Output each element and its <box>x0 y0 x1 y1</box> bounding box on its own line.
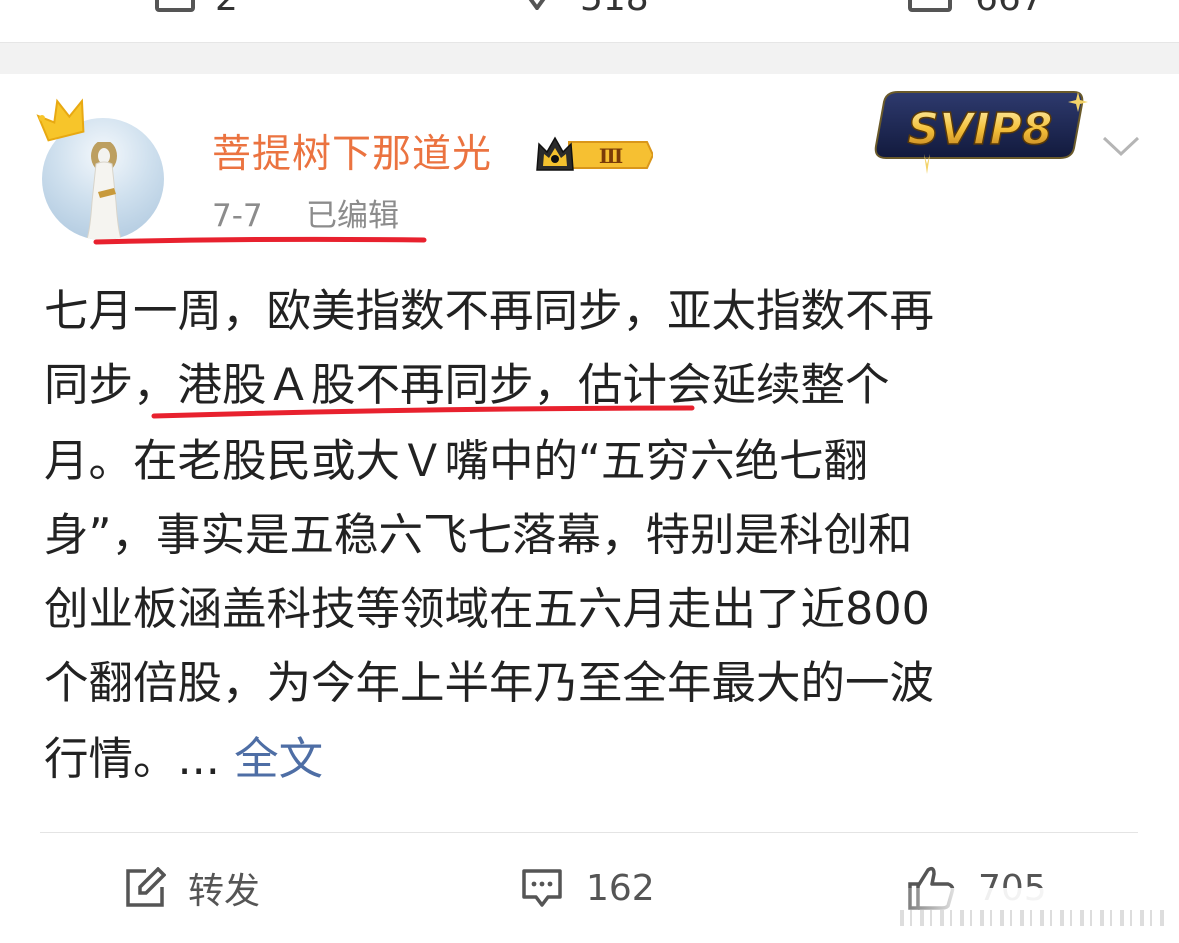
annotation-underline-text <box>151 405 695 419</box>
post-text-line: 个翻倍股，为今年上半年乃至全年最大的一波 <box>44 658 935 709</box>
previous-like-count: 667 <box>975 0 1044 19</box>
comment-icon[interactable] <box>155 0 195 12</box>
chevron-down-icon[interactable] <box>1100 130 1142 160</box>
vip-level-badge[interactable]: Ⅲ <box>535 134 653 176</box>
post-text-line: 身”，事实是五稳六飞七落幕，特别是科创和 <box>44 510 913 561</box>
statue-image <box>86 142 122 240</box>
watermark-pattern <box>900 910 1164 926</box>
repost-button[interactable]: 转发 <box>124 858 260 918</box>
annotation-underline-meta <box>93 236 427 245</box>
repost-label: 转发 <box>188 871 261 912</box>
comment-button[interactable]: 162 <box>520 858 655 918</box>
svip-text: SVIP8 <box>908 104 1053 155</box>
previous-post-action-bar: 2 518 667 <box>0 0 1179 42</box>
comment-icon <box>522 869 562 907</box>
crown-icon <box>36 98 85 142</box>
post-text-last-line: 行情。... 全文 <box>44 730 323 790</box>
avatar-wrapper[interactable] <box>36 96 176 246</box>
post-text-line: 七月一周，欧美指数不再同步，亚太指数不再 <box>44 286 935 337</box>
action-divider <box>40 832 1138 833</box>
post-text-line: 创业板涵盖科技等领域在五六月走出了近800 <box>44 584 930 635</box>
thumbs-up-icon[interactable] <box>908 0 952 12</box>
feed-separator <box>0 42 1179 75</box>
previous-repost-count: 518 <box>580 0 649 19</box>
username[interactable]: 菩提树下那道光 <box>212 130 492 180</box>
post-text-line: 行情。... <box>44 734 235 785</box>
previous-comment-count: 2 <box>215 0 238 19</box>
post-text-line: 月。在老股民或大Ｖ嘴中的“五穷六绝七翻 <box>44 436 869 487</box>
full-text-link[interactable]: 全文 <box>234 734 323 785</box>
edit-icon <box>126 867 166 907</box>
comment-count: 162 <box>586 867 655 909</box>
svip-badge[interactable]: SVIP8 <box>868 86 1088 176</box>
location-pin-icon[interactable] <box>520 0 554 10</box>
vip-level-text: Ⅲ <box>599 144 623 168</box>
